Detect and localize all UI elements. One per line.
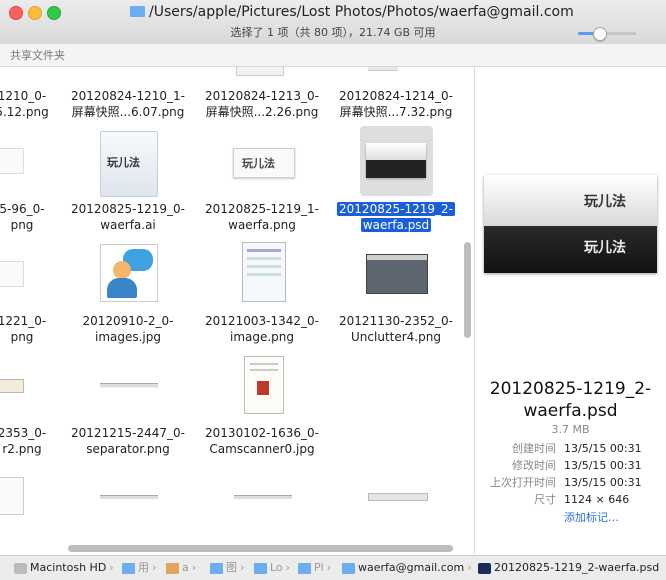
shared-folder-label: 共享文件夹 [10,49,65,62]
path-item-file[interactable]: 20120825-1219_2-waerfa.psd [478,560,659,576]
minimize-button[interactable] [28,6,42,20]
file-thumbnail[interactable] [0,379,24,393]
pictures-folder-icon [210,562,223,574]
folder-icon [254,562,267,574]
path-item-waerfa[interactable]: waerfa@gmail.com › [342,560,472,576]
home-icon [166,562,179,574]
file-thumbnail[interactable] [234,495,292,499]
path-item-pictures[interactable]: 图 › [210,560,244,576]
file-label[interactable]: 20120825-1219_0- waerfa.ai [58,201,198,233]
window-title: /Users/apple/Pictures/Lost Photos/Photos… [130,2,574,22]
psd-file-icon [478,562,491,574]
icon-size-slider[interactable] [578,27,636,41]
horizontal-scrollbar[interactable] [68,545,453,552]
file-label[interactable]: 20121215-2447_0- separator.png [58,425,198,457]
file-thumbnail[interactable] [0,477,24,515]
screenshot-thumbnail[interactable] [366,254,428,294]
file-thumbnail[interactable] [0,261,24,287]
file-thumbnail[interactable] [368,67,398,71]
file-thumbnail[interactable] [100,495,158,499]
path-item-lost-photos[interactable]: Lo › [254,560,290,576]
screenshot-thumbnail[interactable] [242,242,286,302]
vertical-scrollbar[interactable] [464,242,471,338]
thumb-brand-text: 玩儿法 [242,157,275,170]
preview-file-size: 3.7 MB [551,423,590,436]
hard-disk-icon [14,562,27,574]
path-item-disk[interactable]: Macintosh HD › [14,560,114,576]
preview-image: 玩儿法 玩儿法 [484,175,657,273]
folder-icon [130,5,145,17]
preview-file-name: 20120825-1219_2- waerfa.psd [489,379,652,421]
title-bar: /Users/apple/Pictures/Lost Photos/Photos… [0,0,666,45]
file-thumbnail[interactable] [236,67,284,76]
file-label-selected[interactable]: 20120825-1219_2- waerfa.psd [326,201,466,233]
file-label[interactable]: 20120825-1219_1- waerfa.png [192,201,332,233]
file-label[interactable]: 20120824-1210_1- 屏幕快照...6.07.png [58,88,198,120]
scan-thumbnail[interactable] [244,356,284,414]
file-label[interactable]: 20120910-2_0- images.jpg [58,313,198,345]
preview-brand-text: 玩儿法 [584,240,626,256]
thumb-brand-text: 玩儿法 [107,156,140,169]
zoom-button[interactable] [47,6,61,20]
file-label[interactable]: 20121003-1342_0- image.png [192,313,332,345]
file-label[interactable]: 20120824-1213_0- 屏幕快照...2.26.png [192,88,332,120]
slider-knob[interactable] [593,27,607,41]
folder-icon [298,562,311,574]
path-item-users[interactable]: 用 › [122,560,156,576]
close-button[interactable] [9,6,23,20]
path-item-photos[interactable]: Pl › [298,560,331,576]
separator-thumbnail[interactable] [100,383,158,388]
file-thumbnail[interactable] [368,493,428,501]
folder-icon [122,562,135,574]
preview-pane: 玩儿法 玩儿法 20120825-1219_2- waerfa.psd 3.7 M… [475,67,666,554]
psd-file-thumbnail[interactable] [366,143,426,178]
file-thumbnail[interactable] [0,148,24,174]
ai-file-icon[interactable]: 玩儿法 [100,131,158,197]
preview-brand-text: 玩儿法 [584,194,626,210]
file-label[interactable]: 20121130-2352_0- Unclutter4.png [326,313,466,345]
status-text: 选择了 1 项（共 80 项），21.74 GB 可用 [230,26,436,39]
file-label[interactable]: 20120824-1214_0- 屏幕快照...7.32.png [326,88,466,120]
path-item-home[interactable]: a › [166,560,196,576]
window-title-text: /Users/apple/Pictures/Lost Photos/Photos… [149,4,574,20]
path-bar: Macintosh HD › 用 › a › 图 › Lo › Pl › waerfa@gm… [0,555,666,580]
file-icon-grid[interactable]: 1210_0- 5.12.png 20120824-1210_1- 屏幕快照...6… [0,67,474,554]
add-tags-link[interactable]: 添加标记… [564,509,619,525]
shared-folder-bar: 共享文件夹 [0,44,666,67]
file-label[interactable]: 20130102-1636_0- Camscanner0.jpg [192,425,332,457]
folder-icon [342,562,355,574]
avatar-image-thumbnail[interactable] [100,244,158,302]
file-thumbnail[interactable]: 玩儿法 [233,148,295,178]
